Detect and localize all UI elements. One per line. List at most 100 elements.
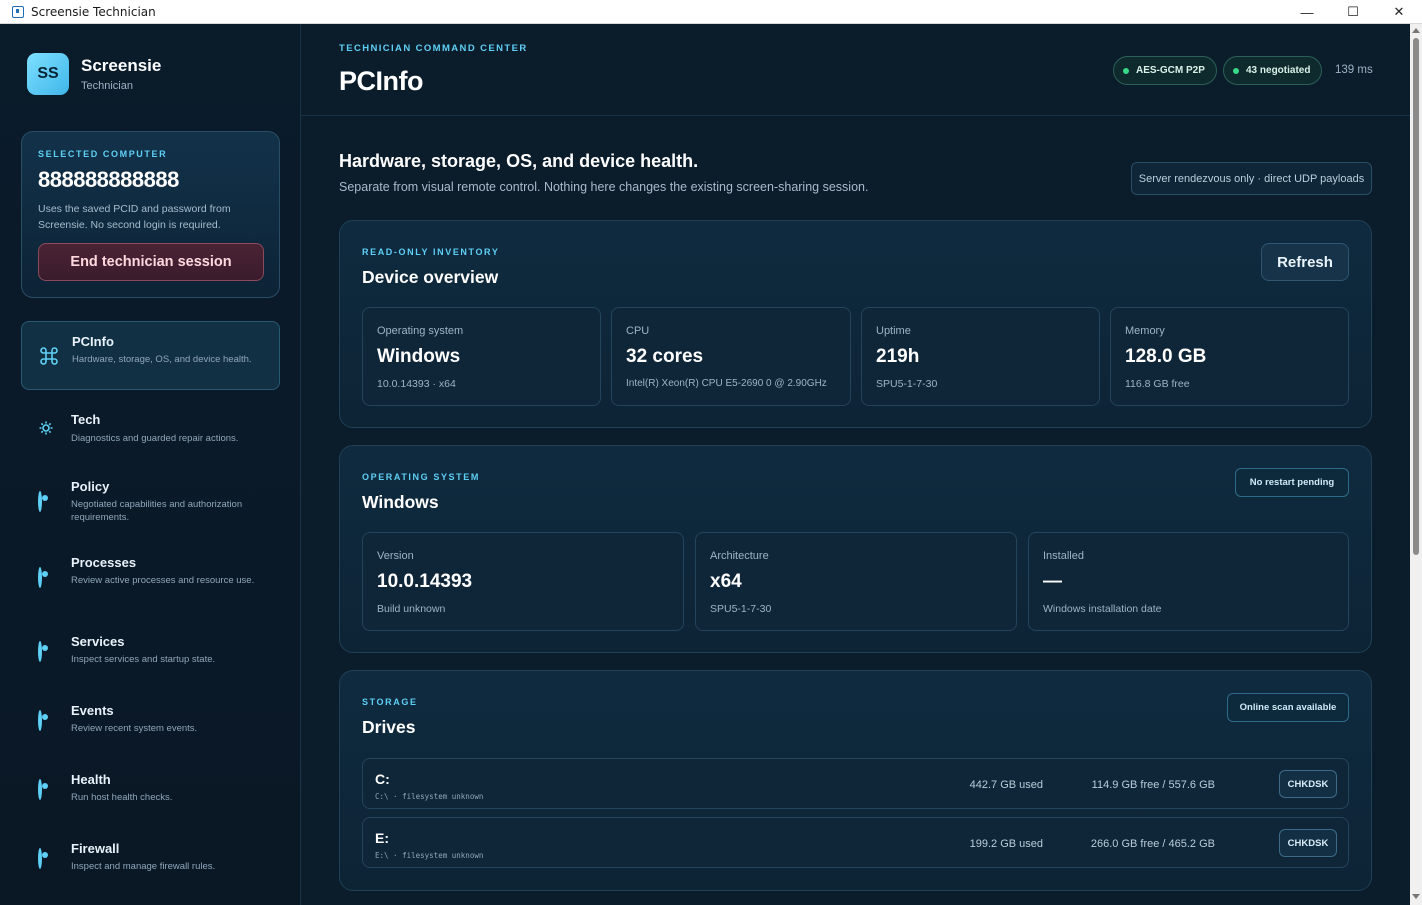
- panel-eyebrow: STORAGE: [362, 697, 418, 707]
- radio-dot-icon: [38, 641, 54, 662]
- gear-icon: [38, 420, 54, 436]
- storage-panel: STORAGE Drives Online scan available C: …: [339, 670, 1372, 891]
- command-icon: [39, 346, 58, 365]
- app-icon: [12, 5, 24, 18]
- scroll-down-arrow-icon[interactable]: [1412, 894, 1420, 899]
- stat-card-cpu: CPU 32 cores Intel(R) Xeon(R) CPU E5-269…: [611, 307, 851, 406]
- nav-subtitle: Run host health checks.: [71, 792, 173, 803]
- latency-readout: 139 ms: [1335, 64, 1373, 76]
- nav-title: Tech: [71, 412, 101, 427]
- selected-computer-eyebrow: SELECTED COMPUTER: [38, 149, 168, 159]
- sidebar-item-events[interactable]: Events Review recent system events.: [21, 693, 280, 743]
- nav-title: Processes: [71, 555, 137, 570]
- operating-system-panel: OPERATING SYSTEM Windows No restart pend…: [339, 445, 1372, 653]
- drive-used: 442.7 GB used: [969, 779, 1043, 791]
- brand-logo: SS: [27, 53, 69, 95]
- drive-meta: C:\ · filesystem unknown: [375, 792, 484, 801]
- nav-title: Events: [71, 703, 114, 718]
- selected-computer-card: SELECTED COMPUTER 888888888888 Uses the …: [21, 131, 280, 298]
- sidebar-item-processes[interactable]: Processes Review active processes and re…: [21, 545, 280, 605]
- stat-label: Installed: [1043, 550, 1084, 562]
- nav-subtitle: Review active processes and resource use…: [71, 575, 255, 586]
- panel-title: Device overview: [362, 267, 499, 287]
- selected-computer-description: Uses the saved PCID and password from Sc…: [38, 203, 231, 231]
- stat-card-uptime: Uptime 219h SPU5-1-7-30: [861, 307, 1100, 406]
- minimize-button[interactable]: —: [1284, 0, 1330, 24]
- stat-value: Windows: [377, 346, 461, 367]
- stat-label: CPU: [626, 325, 650, 337]
- stat-value: —: [1043, 571, 1062, 592]
- nav-subtitle: Hardware, storage, OS, and device health…: [72, 354, 252, 365]
- drive-row: C: C:\ · filesystem unknown 442.7 GB use…: [362, 758, 1349, 809]
- nav-title: Firewall: [71, 841, 120, 856]
- drive-meta: E:\ · filesystem unknown: [375, 851, 484, 860]
- stat-card-architecture: Architecture x64 SPU5-1-7-30: [695, 532, 1017, 631]
- panel-title: Drives: [362, 717, 416, 737]
- encryption-label: AES-GCM P2P: [1136, 65, 1205, 76]
- radio-dot-icon: [38, 710, 54, 731]
- page-header: TECHNICIAN COMMAND CENTER PCInfo AES-GCM…: [301, 24, 1410, 116]
- stat-sub: Intel(R) Xeon(R) CPU E5-2690 0 @ 2.90GHz: [626, 378, 827, 389]
- nav-subtitle: Diagnostics and guarded repair actions.: [71, 433, 239, 444]
- nav-title: Services: [71, 634, 125, 649]
- stat-sub: Build unknown: [377, 603, 446, 615]
- stat-label: Memory: [1125, 325, 1165, 337]
- drive-row: E: E:\ · filesystem unknown 199.2 GB use…: [362, 817, 1349, 868]
- stat-value: 219h: [876, 346, 920, 367]
- maximize-button[interactable]: ☐: [1330, 0, 1376, 24]
- nav-subtitle: Inspect services and startup state.: [71, 654, 216, 665]
- sidebar-item-health[interactable]: Health Run host health checks.: [21, 762, 280, 812]
- chkdsk-button[interactable]: CHKDSK: [1279, 770, 1337, 798]
- stat-sub: SPU5-1-7-30: [876, 378, 938, 390]
- restart-status-badge: No restart pending: [1235, 468, 1349, 497]
- sidebar-item-firewall[interactable]: Firewall Inspect and manage firewall rul…: [21, 831, 280, 881]
- radio-dot-icon: [38, 779, 54, 800]
- header-eyebrow: TECHNICIAN COMMAND CENTER: [339, 43, 528, 54]
- scrollbar-thumb[interactable]: [1413, 38, 1419, 555]
- stat-card-installed: Installed — Windows installation date: [1028, 532, 1349, 631]
- panel-eyebrow: READ-ONLY INVENTORY: [362, 247, 500, 257]
- radio-dot-icon: [38, 567, 54, 588]
- brand: SS Screensie Technician: [27, 53, 161, 95]
- stat-card-version: Version 10.0.14393 Build unknown: [362, 532, 684, 631]
- window-title-bar: Screensie Technician — ☐ ✕: [0, 0, 1422, 24]
- stat-sub: 116.8 GB free: [1125, 378, 1190, 390]
- page-title: PCInfo: [339, 66, 424, 96]
- sidebar-item-pcinfo[interactable]: PCInfo Hardware, storage, OS, and device…: [21, 321, 280, 390]
- brand-name: Screensie: [81, 56, 162, 75]
- close-button[interactable]: ✕: [1376, 0, 1422, 24]
- panel-title: Windows: [362, 492, 439, 512]
- brand-role: Technician: [81, 80, 133, 92]
- section-title: Hardware, storage, OS, and device health…: [339, 151, 699, 171]
- rendezvous-badge: Server rendezvous only · direct UDP payl…: [1131, 162, 1372, 195]
- sidebar-item-services[interactable]: Services Inspect services and startup st…: [21, 624, 280, 674]
- end-session-button[interactable]: End technician session: [38, 243, 264, 281]
- negotiated-pill: 43 negotiated: [1223, 56, 1323, 85]
- stat-value: x64: [710, 571, 742, 592]
- nav-subtitle: Review recent system events.: [71, 723, 198, 734]
- selected-computer-id: 888888888888: [38, 167, 179, 192]
- panel-eyebrow: OPERATING SYSTEM: [362, 472, 480, 482]
- encryption-pill: AES-GCM P2P: [1113, 56, 1217, 85]
- window-title: Screensie Technician: [31, 4, 156, 19]
- stat-sub: SPU5-1-7-30: [710, 603, 772, 615]
- nav-title: Policy: [71, 479, 110, 494]
- chkdsk-button[interactable]: CHKDSK: [1279, 829, 1337, 857]
- section-subtitle: Separate from visual remote control. Not…: [339, 180, 869, 194]
- scroll-up-arrow-icon[interactable]: [1412, 28, 1420, 33]
- sidebar-item-policy[interactable]: Policy Negotiated capabilities and autho…: [21, 469, 280, 529]
- nav-subtitle: Inspect and manage firewall rules.: [71, 861, 216, 872]
- nav-subtitle: Negotiated capabilities and authorizatio…: [71, 499, 243, 523]
- stat-label: Version: [377, 550, 414, 562]
- drive-letter: C:: [375, 771, 390, 787]
- stat-value: 128.0 GB: [1125, 346, 1207, 367]
- device-overview-panel: READ-ONLY INVENTORY Device overview Refr…: [339, 220, 1372, 428]
- radio-dot-icon: [38, 491, 54, 512]
- vertical-scrollbar[interactable]: [1410, 24, 1422, 905]
- stat-label: Uptime: [876, 325, 911, 337]
- stat-label: Architecture: [710, 550, 769, 562]
- refresh-button[interactable]: Refresh: [1261, 243, 1349, 281]
- stat-value: 32 cores: [626, 346, 704, 367]
- stat-card-os: Operating system Windows 10.0.14393 · x6…: [362, 307, 601, 406]
- sidebar-item-tech[interactable]: Tech Diagnostics and guarded repair acti…: [21, 402, 280, 452]
